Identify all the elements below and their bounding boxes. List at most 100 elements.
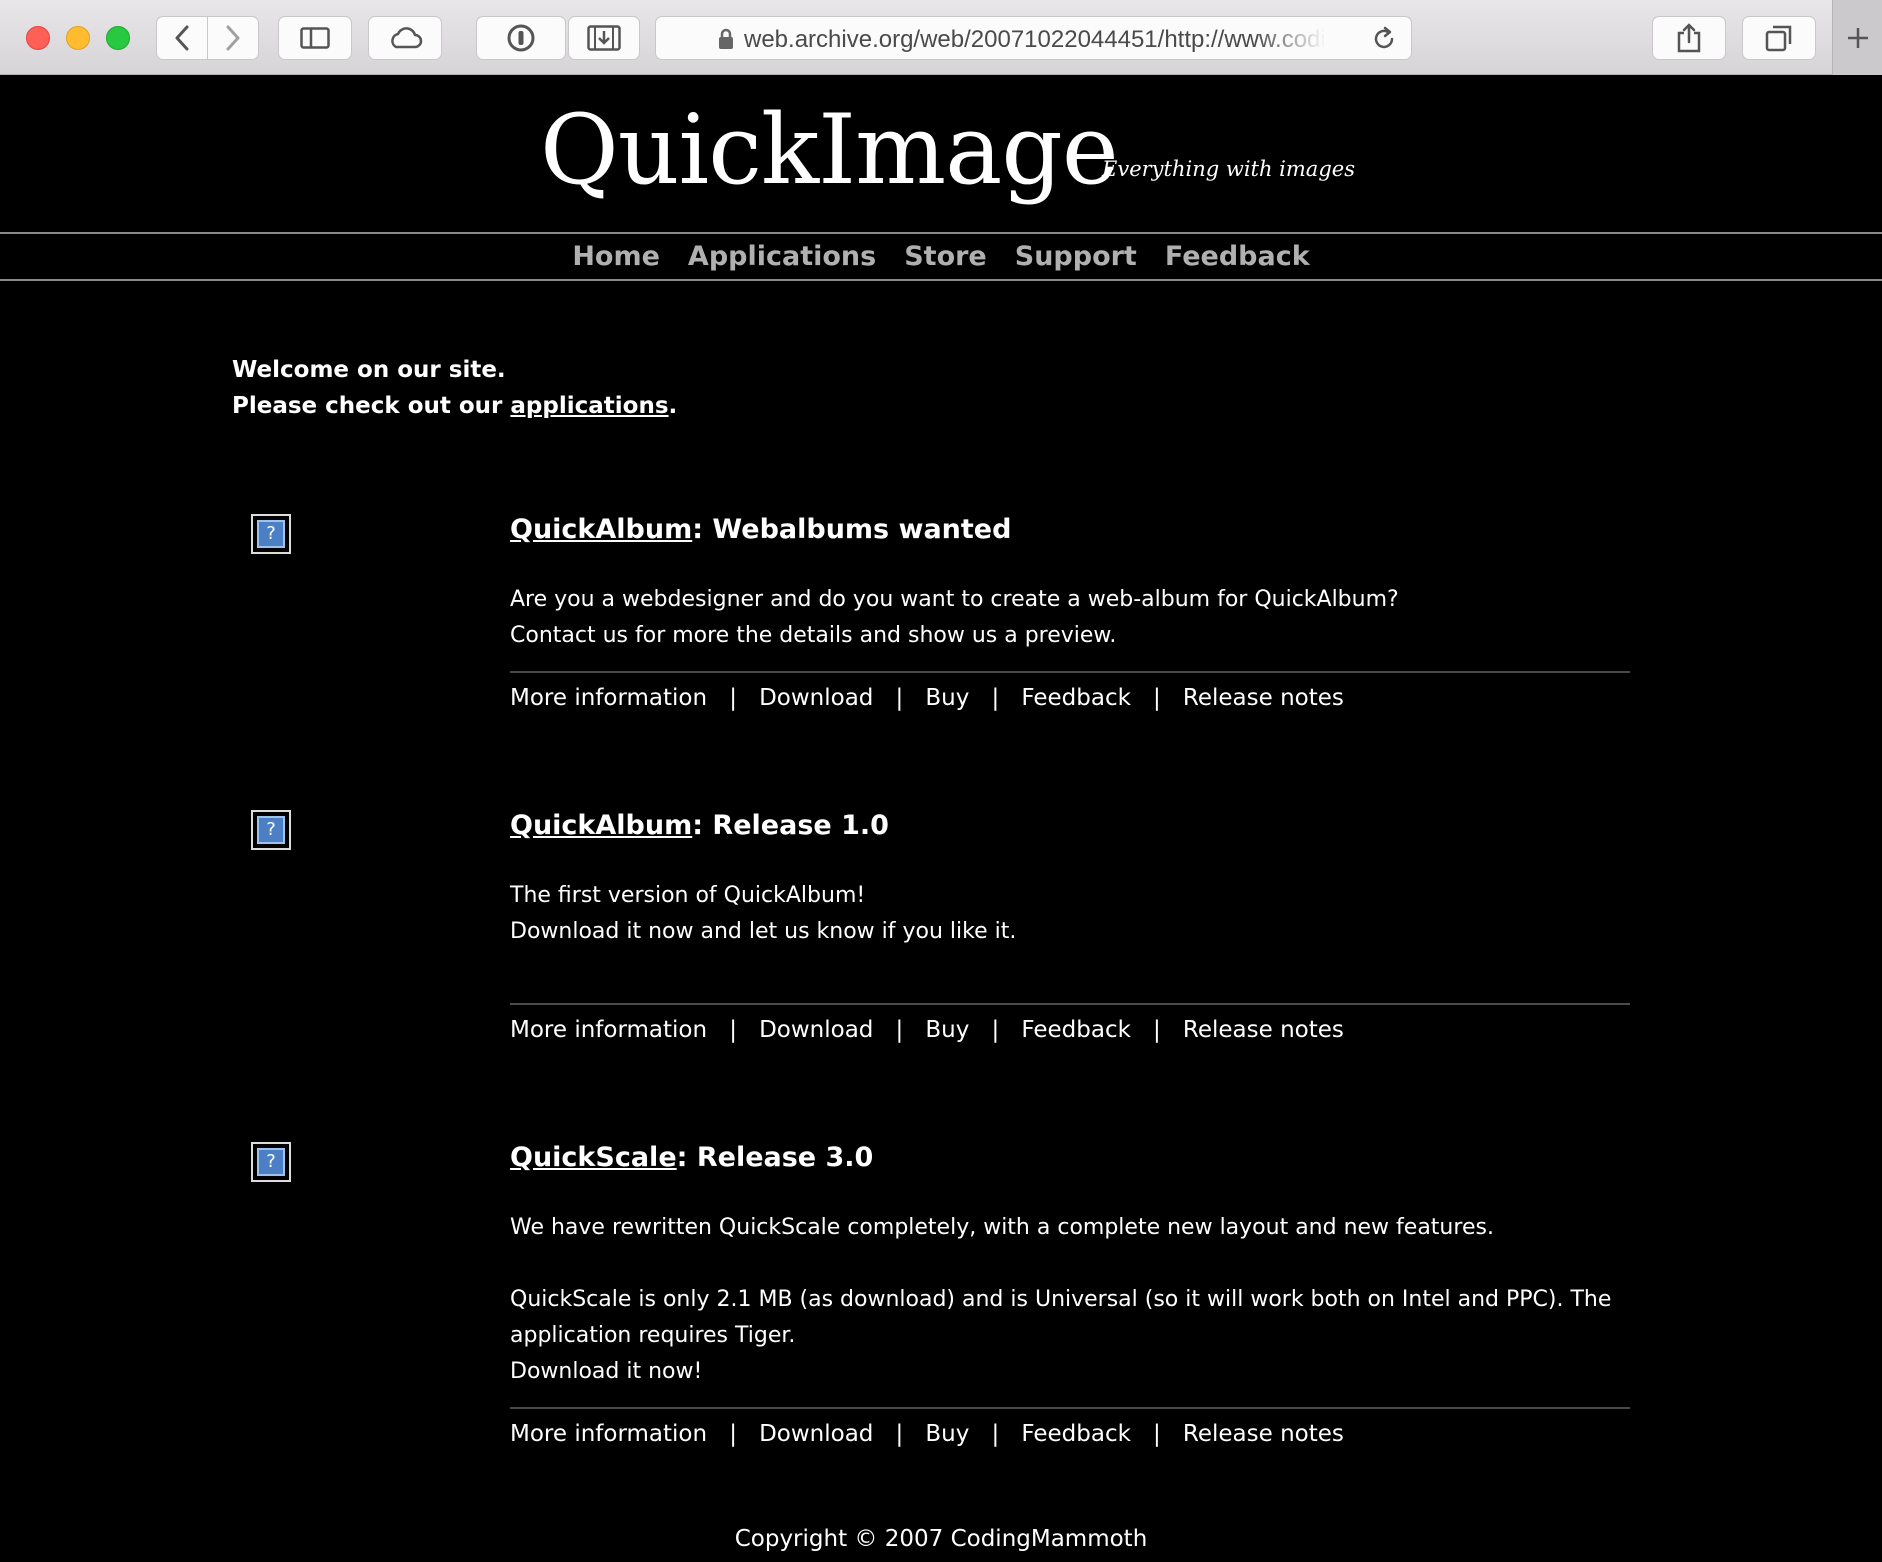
site-title: QuickImage	[540, 94, 1119, 206]
share-icon	[1677, 23, 1701, 53]
news-image-placeholder: ?	[251, 810, 291, 850]
news-headline: : Release 3.0	[676, 1142, 874, 1173]
news-body: QuickScale: Release 3.0 We have rewritte…	[510, 1140, 1630, 1447]
news-title: QuickScale: Release 3.0	[510, 1140, 1630, 1176]
feedback-link[interactable]: Feedback	[1021, 1421, 1131, 1447]
news-paragraph: QuickScale is only 2.1 MB (as download) …	[510, 1287, 1612, 1348]
news-headline: : Release 1.0	[692, 810, 889, 841]
news-paragraph: We have rewritten QuickScale completely,…	[510, 1215, 1494, 1240]
share-button[interactable]	[1652, 16, 1726, 60]
intro-suffix: .	[668, 393, 678, 419]
main-nav: Home Applications Store Support Feedback	[0, 232, 1882, 281]
nav-store[interactable]: Store	[904, 241, 987, 272]
news-image-placeholder: ?	[251, 514, 291, 554]
buy-link[interactable]: Buy	[925, 685, 969, 711]
site-tagline: Everything with images	[1102, 157, 1355, 181]
password-icon	[507, 24, 535, 52]
link-separator: |	[991, 1421, 1000, 1447]
link-separator: |	[895, 1421, 904, 1447]
news-links: More information | Download | Buy | Feedback | R…	[510, 1407, 1630, 1447]
password-extension-button[interactable]	[476, 16, 566, 60]
news-headline: : Webalbums wanted	[692, 514, 1012, 545]
product-link[interactable]: QuickAlbum	[510, 514, 692, 545]
reload-icon[interactable]	[1371, 26, 1397, 52]
nav-feedback[interactable]: Feedback	[1165, 241, 1310, 272]
applications-link[interactable]: applications	[510, 393, 668, 419]
link-separator: |	[1153, 1421, 1161, 1447]
release-notes-link[interactable]: Release notes	[1183, 1017, 1344, 1043]
more-information-link[interactable]: More information	[510, 1421, 707, 1447]
footer-copyright: Copyright © 2007 CodingMammoth	[734, 1526, 1148, 1552]
link-separator: |	[991, 685, 1000, 711]
cloud-icon	[391, 27, 423, 49]
link-separator: |	[1153, 685, 1161, 711]
news-text: The first version of QuickAlbum! Downloa…	[510, 878, 1630, 950]
news-links: More information | Download | Buy | Feedback | R…	[510, 1003, 1630, 1043]
product-link[interactable]: QuickAlbum	[510, 810, 692, 841]
product-link[interactable]: QuickScale	[510, 1142, 677, 1173]
close-window-button[interactable]	[26, 26, 50, 50]
question-mark-icon: ?	[257, 1148, 285, 1176]
news-links: More information | Download | Buy | Feedback | R…	[510, 671, 1630, 711]
chevron-right-icon	[226, 25, 240, 51]
news-title: QuickAlbum: Release 1.0	[510, 808, 1630, 844]
sidebar-toggle-button[interactable]	[278, 16, 352, 60]
browser-toolbar: web.archive.org/web/20071022044451/http:…	[0, 0, 1882, 75]
zoom-window-button[interactable]	[106, 26, 130, 50]
news-paragraph: Contact us for more the details and show…	[510, 623, 1117, 648]
news-paragraph: Download it now and let us know if you l…	[510, 919, 1017, 944]
buy-link[interactable]: Buy	[925, 1017, 969, 1043]
address-bar[interactable]: web.archive.org/web/20071022044451/http:…	[655, 16, 1412, 60]
url-fade	[1256, 21, 1326, 55]
downloads-extension-button[interactable]	[568, 16, 640, 60]
question-mark-icon: ?	[257, 520, 285, 548]
sidebar-icon	[300, 27, 330, 49]
nav-home[interactable]: Home	[572, 241, 660, 272]
forward-button[interactable]	[207, 16, 259, 60]
news-paragraph: Download it now!	[510, 1359, 703, 1384]
minimize-window-button[interactable]	[66, 26, 90, 50]
feedback-link[interactable]: Feedback	[1021, 685, 1131, 711]
link-separator: |	[991, 1017, 1000, 1043]
news-title: QuickAlbum: Webalbums wanted	[510, 512, 1630, 548]
release-notes-link[interactable]: Release notes	[1183, 1421, 1344, 1447]
buy-link[interactable]: Buy	[925, 1421, 969, 1447]
download-link[interactable]: Download	[759, 1421, 873, 1447]
news-text: We have rewritten QuickScale completely,…	[510, 1210, 1630, 1390]
news-paragraph: Are you a webdesigner and do you want to…	[510, 587, 1399, 612]
intro-prefix: Please check out our	[232, 393, 511, 419]
download-link[interactable]: Download	[759, 685, 873, 711]
plus-icon	[1847, 27, 1868, 48]
film-download-icon	[587, 25, 621, 51]
chevron-left-icon	[175, 25, 189, 51]
new-tab-button[interactable]	[1832, 0, 1882, 75]
link-separator: |	[729, 1017, 737, 1043]
intro-line-2: Please check out our applications.	[232, 388, 677, 424]
tabs-icon	[1765, 25, 1792, 52]
download-link[interactable]: Download	[759, 1017, 873, 1043]
news-body: QuickAlbum: Release 1.0 The first versio…	[510, 808, 1630, 1043]
link-separator: |	[729, 1421, 737, 1447]
link-separator: |	[895, 1017, 904, 1043]
link-separator: |	[1153, 1017, 1161, 1043]
icloud-tabs-button[interactable]	[368, 16, 442, 60]
lock-icon	[719, 28, 733, 49]
link-separator: |	[895, 685, 904, 711]
site-header: QuickImage Everything with images	[0, 75, 1882, 232]
more-information-link[interactable]: More information	[510, 1017, 707, 1043]
url-text: web.archive.org/web/20071022044451/http:…	[744, 26, 1324, 53]
intro-text: Welcome on our site. Please check out ou…	[232, 352, 677, 424]
link-separator: |	[729, 685, 737, 711]
news-paragraph: The first version of QuickAlbum!	[510, 883, 866, 908]
nav-applications[interactable]: Applications	[688, 241, 876, 272]
more-information-link[interactable]: More information	[510, 685, 707, 711]
release-notes-link[interactable]: Release notes	[1183, 685, 1344, 711]
intro-line-1: Welcome on our site.	[232, 357, 506, 383]
back-button[interactable]	[156, 16, 208, 60]
tab-overview-button[interactable]	[1742, 16, 1816, 60]
news-body: QuickAlbum: Webalbums wanted Are you a w…	[510, 512, 1630, 711]
feedback-link[interactable]: Feedback	[1021, 1017, 1131, 1043]
news-text: Are you a webdesigner and do you want to…	[510, 582, 1630, 654]
news-image-placeholder: ?	[251, 1142, 291, 1182]
nav-support[interactable]: Support	[1015, 241, 1137, 272]
